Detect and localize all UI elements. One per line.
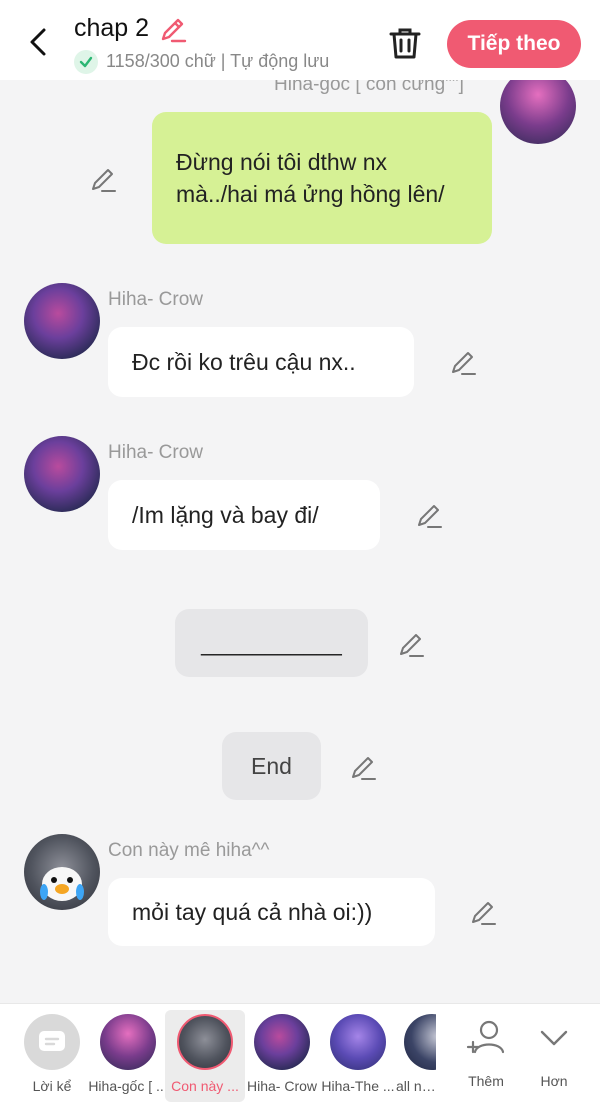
add-character-button[interactable]: Thêm xyxy=(456,1018,516,1089)
narration-bubble[interactable]: ___________ xyxy=(175,609,368,677)
character-narrator[interactable]: Lời kể xyxy=(12,1014,92,1094)
message-bubble[interactable]: /Im lặng và bay đi/ xyxy=(108,480,380,550)
word-count-status: 1158/300 chữ | Tự động lưu xyxy=(106,51,330,71)
pencil-icon xyxy=(161,18,187,43)
edit-message-button[interactable] xyxy=(88,164,118,194)
back-button[interactable] xyxy=(22,26,54,58)
pencil-icon xyxy=(418,505,442,528)
pencil-icon xyxy=(452,352,476,375)
avatar xyxy=(330,1014,386,1070)
avatar xyxy=(24,436,100,512)
edit-message-button[interactable] xyxy=(448,347,478,377)
pencil-icon xyxy=(400,634,424,657)
top-bar: chap 2 1158/300 chữ | Tự động lưu Tiếp t… xyxy=(0,0,600,80)
character-item[interactable]: all nhà xyxy=(392,1014,436,1094)
message-bubble[interactable]: Đừng nói tôi dthw nx mà../hai má ửng hồn… xyxy=(152,112,492,244)
narration-bubble[interactable]: End xyxy=(222,732,321,800)
pencil-icon xyxy=(92,169,116,192)
edit-message-button[interactable] xyxy=(348,752,378,782)
avatar xyxy=(24,283,100,359)
chapter-title: chap 2 xyxy=(74,14,150,42)
duck-face-icon xyxy=(40,867,84,901)
avatar xyxy=(404,1014,436,1070)
edit-message-button[interactable] xyxy=(414,500,444,530)
next-button[interactable]: Tiếp theo xyxy=(447,20,581,68)
character-label: Lời kể xyxy=(32,1078,72,1094)
character-item[interactable]: Hiha-gốc [ ... xyxy=(88,1014,168,1094)
message-bubble[interactable]: Đc rồi ko trêu cậu nx.. xyxy=(108,327,414,397)
character-label: all nhà xyxy=(396,1078,436,1094)
saved-check-icon xyxy=(74,50,98,74)
delete-button[interactable] xyxy=(386,24,424,62)
avatar xyxy=(177,1014,233,1070)
character-label: Hiha-gốc [ ... xyxy=(88,1078,168,1094)
more-label: Thêm xyxy=(468,1073,504,1089)
add-user-icon xyxy=(466,1020,505,1054)
trash-icon xyxy=(389,28,421,59)
chevron-down-icon xyxy=(540,1030,568,1046)
more-options-button[interactable]: Hơn xyxy=(524,1018,584,1089)
character-bar: Lời kể Hiha-gốc [ ... Con này ... Hiha- … xyxy=(0,1003,600,1113)
sender-name: Hiha- Crow xyxy=(108,289,204,310)
other-label: Hơn xyxy=(540,1073,568,1089)
edit-message-button[interactable] xyxy=(468,897,498,927)
character-label: Hiha-The ... xyxy=(321,1078,395,1094)
edit-title-button[interactable] xyxy=(158,14,188,44)
avatar xyxy=(254,1014,310,1070)
chevron-left-icon xyxy=(30,28,46,56)
character-item-selected[interactable]: Con này ... xyxy=(165,1010,245,1102)
sender-name: Hiha- Crow xyxy=(108,442,204,463)
pencil-icon xyxy=(472,902,496,925)
character-label: Con này ... xyxy=(171,1078,239,1094)
sender-name: Con này mê hiha^^ xyxy=(108,840,270,861)
character-label: Hiha- Crow xyxy=(246,1078,317,1094)
character-item[interactable]: Hiha-The ... xyxy=(318,1014,398,1094)
pencil-icon xyxy=(352,757,376,780)
character-item[interactable]: Hiha- Crow xyxy=(242,1014,322,1094)
chat-bubble-icon xyxy=(24,1014,80,1070)
avatar xyxy=(24,834,100,910)
message-bubble[interactable]: mỏi tay quá cả nhà oi:)) xyxy=(108,878,435,946)
edit-message-button[interactable] xyxy=(396,629,426,659)
avatar xyxy=(100,1014,156,1070)
